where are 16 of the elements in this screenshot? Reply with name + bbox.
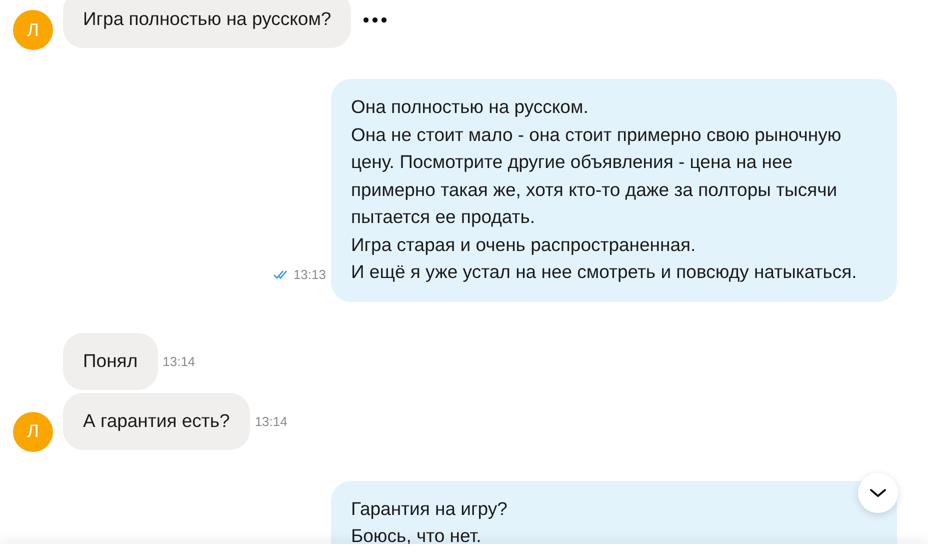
avatar[interactable]: Л — [13, 10, 53, 50]
message-bubble: Игра полностью на русском? — [63, 0, 352, 48]
message-time: 13:13 — [293, 266, 326, 282]
message-time: 13:14 — [162, 354, 196, 368]
message-bubble: Понял — [63, 332, 158, 390]
avatar[interactable]: Л — [13, 412, 53, 452]
message-text: Она не стоит мало - она стоит примерно свою рыночную цену. Посмотрите другие объявления - цена на нее примерно такая же, хотя кто-то даже за полторы тысячи пытается ее продать. — [351, 122, 842, 229]
message-text: Игра старая и очень распространенная. — [351, 232, 697, 257]
message-time: 13:14 — [254, 414, 288, 428]
message-text: Она полностью на русском. — [351, 95, 590, 119]
message-bubble: А гарантия есть? — [63, 392, 250, 450]
message-text: Боюсь, что нет. — [351, 524, 482, 548]
chevron-down-icon — [869, 488, 887, 498]
scroll-down-button[interactable] — [858, 473, 898, 513]
message-text: Гарантия на игру? — [351, 496, 508, 521]
message-text: И ещё я уже устал на нее смотреть и повсюду натыкаться. — [351, 260, 858, 284]
